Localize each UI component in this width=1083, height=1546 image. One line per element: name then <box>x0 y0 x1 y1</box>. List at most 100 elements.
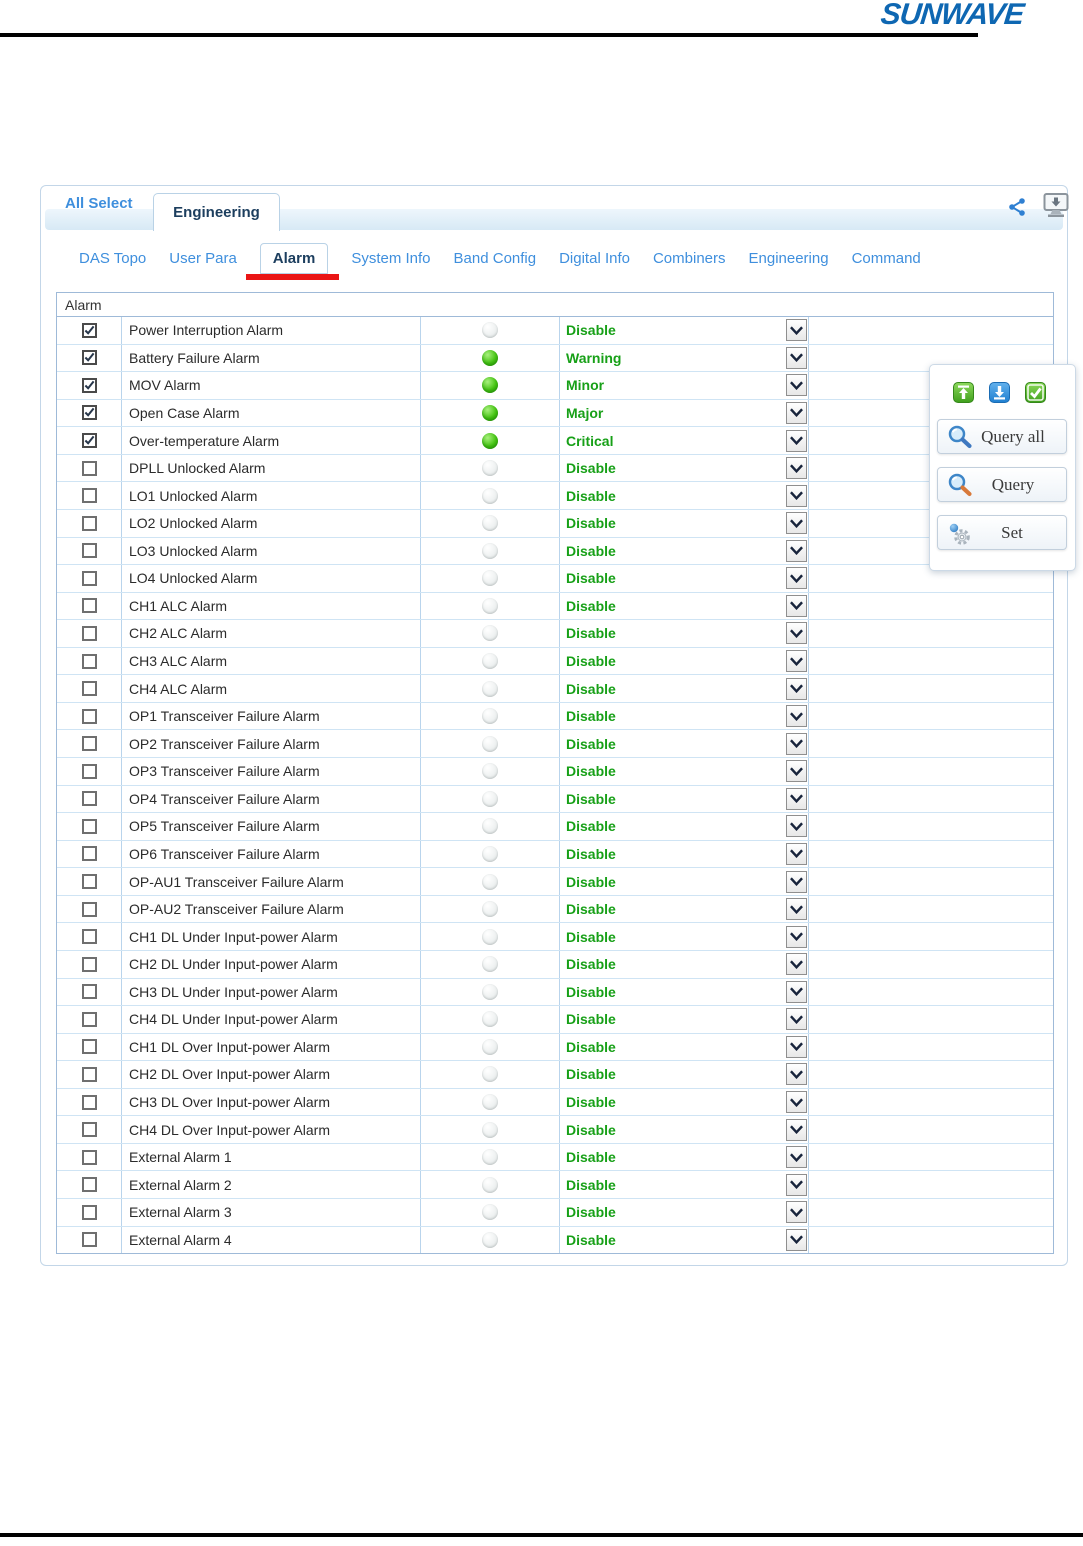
alarm-name: CH3 ALC Alarm <box>122 647 421 675</box>
tab-band-config[interactable]: Band Config <box>454 250 537 267</box>
status-cell: Critical <box>560 427 809 454</box>
status-dropdown[interactable] <box>786 374 807 397</box>
row-checkbox[interactable] <box>81 874 97 890</box>
status-dropdown[interactable] <box>786 787 807 810</box>
tab-combiners[interactable]: Combiners <box>653 250 726 267</box>
status-dropdown[interactable] <box>786 512 807 535</box>
button-label: Query all <box>981 426 1045 446</box>
row-checkbox[interactable] <box>81 1204 97 1220</box>
download-icon[interactable] <box>989 382 1010 403</box>
row-checkbox[interactable] <box>81 1122 97 1138</box>
status-dropdown[interactable] <box>786 650 807 673</box>
select-all-icon[interactable] <box>1025 382 1046 403</box>
status-dropdown[interactable] <box>786 401 807 424</box>
status-dropdown[interactable] <box>786 815 807 838</box>
row-checkbox[interactable] <box>81 543 97 559</box>
status-cell: Disable <box>560 785 809 813</box>
row-checkbox[interactable] <box>81 1094 97 1110</box>
status-dropdown[interactable] <box>786 346 807 369</box>
row-checkbox[interactable] <box>81 460 97 476</box>
row-checkbox[interactable] <box>81 515 97 531</box>
row-checkbox[interactable] <box>81 1177 97 1193</box>
row-checkbox[interactable] <box>81 598 97 614</box>
row-checkbox[interactable] <box>81 818 97 834</box>
row-checkbox[interactable] <box>81 1149 97 1165</box>
status-dropdown[interactable] <box>786 760 807 783</box>
status-dropdown[interactable] <box>786 1173 807 1196</box>
window-tab-engineering[interactable]: Engineering <box>153 193 280 231</box>
row-checkbox[interactable] <box>81 570 97 586</box>
status-dropdown[interactable] <box>786 1228 807 1251</box>
row-checkbox[interactable] <box>81 736 97 752</box>
tab-engineering[interactable]: Engineering <box>749 250 829 267</box>
row-checkbox[interactable] <box>81 433 97 449</box>
status-dropdown[interactable] <box>786 898 807 921</box>
alarm-name: OP5 Transceiver Failure Alarm <box>122 813 421 840</box>
status-dropdown[interactable] <box>786 539 807 562</box>
row-checkbox[interactable] <box>81 1066 97 1082</box>
set-button[interactable]: Set <box>937 515 1067 550</box>
tab-command[interactable]: Command <box>852 250 921 267</box>
status-dropdown[interactable] <box>786 925 807 948</box>
status-dropdown[interactable] <box>786 1118 807 1141</box>
status-dropdown[interactable] <box>786 1201 807 1224</box>
row-checkbox[interactable] <box>81 1232 97 1248</box>
share-icon[interactable] <box>1006 196 1028 223</box>
tab-digital-info[interactable]: Digital Info <box>559 250 630 267</box>
row-checkbox[interactable] <box>81 488 97 504</box>
status-dropdown[interactable] <box>786 1146 807 1169</box>
status-dropdown[interactable] <box>786 1008 807 1031</box>
status-dropdown[interactable] <box>786 429 807 452</box>
status-dropdown[interactable] <box>786 980 807 1003</box>
row-checkbox[interactable] <box>81 846 97 862</box>
row-checkbox[interactable] <box>81 322 97 338</box>
status-dropdown[interactable] <box>786 1035 807 1058</box>
row-checkbox[interactable] <box>81 1011 97 1027</box>
status-dropdown[interactable] <box>786 953 807 976</box>
all-select-button[interactable]: All Select <box>65 195 133 212</box>
table-header: Alarm <box>57 293 1053 317</box>
status-dropdown[interactable] <box>786 567 807 590</box>
status-dropdown[interactable] <box>786 319 807 342</box>
status-dropdown[interactable] <box>786 842 807 865</box>
query-all-button[interactable]: Query all <box>937 419 1067 454</box>
alarm-status: Warning <box>566 349 622 366</box>
row-checkbox[interactable] <box>81 681 97 697</box>
row-checkbox[interactable] <box>81 653 97 669</box>
status-dropdown[interactable] <box>786 457 807 480</box>
status-dropdown[interactable] <box>786 1091 807 1114</box>
status-dropdown[interactable] <box>786 732 807 755</box>
row-checkbox[interactable] <box>81 763 97 779</box>
status-dropdown[interactable] <box>786 870 807 893</box>
status-dropdown[interactable] <box>786 594 807 617</box>
table-row: External Alarm 4 Disable <box>57 1226 1053 1254</box>
row-checkbox[interactable] <box>81 377 97 393</box>
upload-icon[interactable] <box>953 382 974 403</box>
tab-das-topo[interactable]: DAS Topo <box>79 250 146 267</box>
status-dropdown[interactable] <box>786 484 807 507</box>
tab-alarm[interactable]: Alarm <box>245 242 339 280</box>
led-indicator <box>482 708 498 725</box>
status-dropdown[interactable] <box>786 705 807 728</box>
led-indicator <box>482 928 498 945</box>
row-checkbox[interactable] <box>81 791 97 807</box>
row-checkbox[interactable] <box>81 929 97 945</box>
row-checkbox[interactable] <box>81 350 97 366</box>
row-checkbox[interactable] <box>81 956 97 972</box>
led-indicator <box>482 735 498 752</box>
status-dropdown[interactable] <box>786 677 807 700</box>
row-checkbox[interactable] <box>81 1039 97 1055</box>
row-checkbox[interactable] <box>81 708 97 724</box>
query-button[interactable]: Query <box>937 467 1067 502</box>
row-checkbox[interactable] <box>81 625 97 641</box>
checkbox-cell <box>57 1171 122 1198</box>
tab-system-info[interactable]: System Info <box>351 250 430 267</box>
status-dropdown[interactable] <box>786 1063 807 1086</box>
empty-cell <box>809 1227 1053 1254</box>
row-checkbox[interactable] <box>81 901 97 917</box>
row-checkbox[interactable] <box>81 984 97 1000</box>
tab-user-para[interactable]: User Para <box>169 250 237 267</box>
monitor-export-icon[interactable] <box>1043 191 1069 225</box>
status-dropdown[interactable] <box>786 622 807 645</box>
row-checkbox[interactable] <box>81 405 97 421</box>
